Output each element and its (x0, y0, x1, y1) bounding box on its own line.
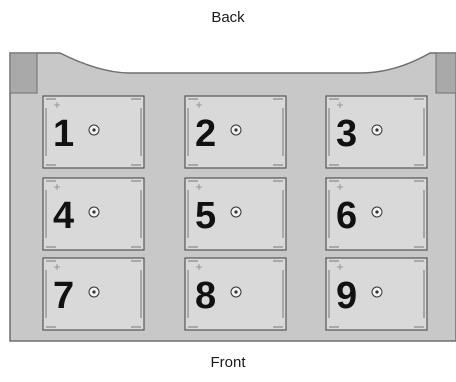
target-circle-icon (371, 206, 383, 218)
slot-number: 1 (53, 113, 74, 155)
slot-9: 9 (325, 257, 428, 331)
target-circle-icon (371, 286, 383, 298)
slot-3: 3 (325, 95, 428, 169)
slot-1: 1 (42, 95, 145, 169)
slot-number: 5 (195, 195, 216, 237)
tray-diagram: 1 2 3 4 5 6 7 8 9 (9, 52, 456, 342)
slot-number: 6 (336, 195, 357, 237)
target-circle-icon (230, 286, 242, 298)
tray-corner-left (9, 52, 38, 94)
target-circle-icon (371, 124, 383, 136)
slot-4: 4 (42, 177, 145, 251)
target-circle-icon (230, 206, 242, 218)
slot-6: 6 (325, 177, 428, 251)
target-circle-icon (88, 206, 100, 218)
slot-number: 9 (336, 275, 357, 317)
slot-number: 8 (195, 275, 216, 317)
slot-7: 7 (42, 257, 145, 331)
target-circle-icon (88, 124, 100, 136)
target-circle-icon (88, 286, 100, 298)
slot-number: 2 (195, 113, 216, 155)
front-label: Front (210, 354, 246, 371)
slots-group: 1 2 3 4 5 6 7 8 9 (42, 95, 428, 331)
slot-number: 4 (53, 195, 74, 237)
slot-5: 5 (184, 177, 287, 251)
tray-corner-right (435, 52, 456, 94)
slot-number: 3 (336, 113, 357, 155)
slot-2: 2 (184, 95, 287, 169)
slot-8: 8 (184, 257, 287, 331)
target-circle-icon (230, 124, 242, 136)
slot-number: 7 (53, 275, 74, 317)
